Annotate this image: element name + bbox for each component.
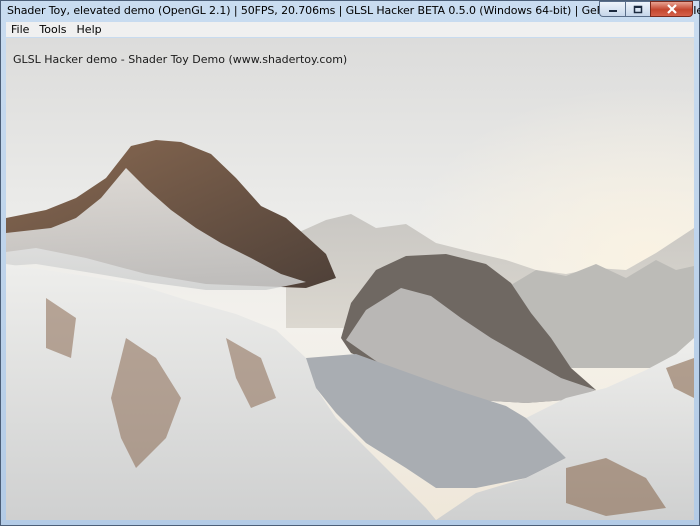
menu-file[interactable]: File xyxy=(6,22,34,37)
close-icon xyxy=(666,4,677,14)
maximize-icon xyxy=(633,5,643,13)
terrain-scene xyxy=(6,38,694,520)
app-window: Shader Toy, elevated demo (OpenGL 2.1) |… xyxy=(0,0,700,526)
minimize-button[interactable] xyxy=(599,1,625,17)
menu-help[interactable]: Help xyxy=(72,22,107,37)
maximize-button[interactable] xyxy=(625,1,650,17)
minimize-icon xyxy=(608,10,617,12)
menu-tools[interactable]: Tools xyxy=(34,22,71,37)
title-bar[interactable]: Shader Toy, elevated demo (OpenGL 2.1) |… xyxy=(1,1,700,21)
menu-bar: File Tools Help xyxy=(6,22,694,37)
render-viewport[interactable]: GLSL Hacker demo - Shader Toy Demo (www.… xyxy=(6,38,694,520)
demo-overlay-text: GLSL Hacker demo - Shader Toy Demo (www.… xyxy=(13,53,348,66)
caption-buttons xyxy=(599,1,693,17)
window-title: Shader Toy, elevated demo (OpenGL 2.1) |… xyxy=(7,4,700,17)
close-button[interactable] xyxy=(650,1,693,17)
